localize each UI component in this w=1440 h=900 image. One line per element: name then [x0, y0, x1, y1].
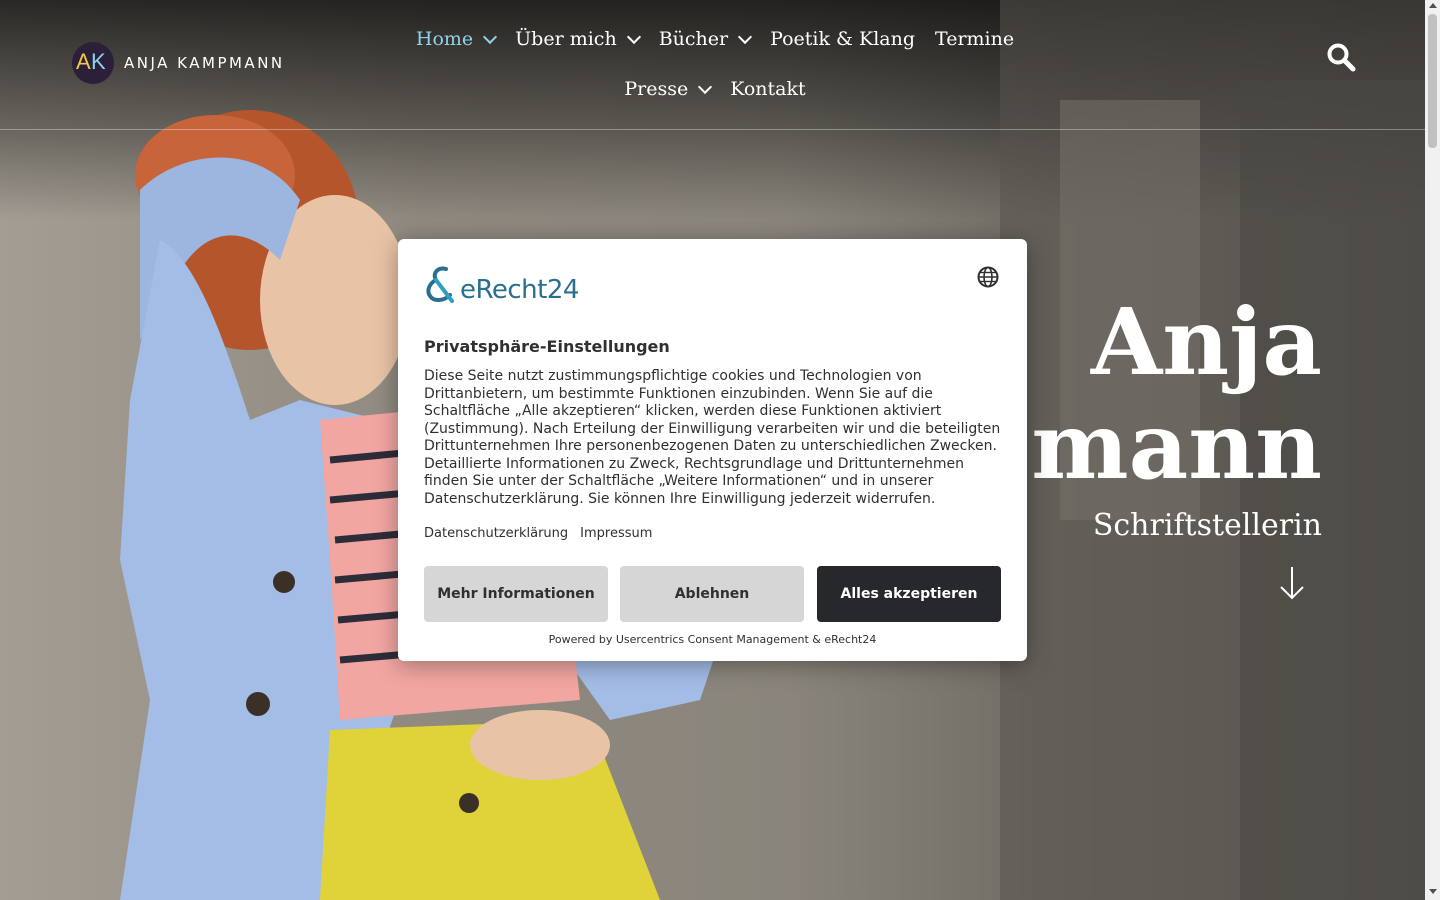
erecht24-logo-icon	[426, 266, 454, 303]
nav-item-home[interactable]: Home	[415, 28, 498, 50]
main-navigation: Home Über mich Bücher Poetik & Klang Ter…	[416, 20, 1014, 120]
scroll-down-arrow-icon[interactable]	[1429, 889, 1437, 894]
nav-row-1: Home Über mich Bücher Poetik & Klang Ter…	[416, 20, 1014, 58]
nav-item-label: Home	[415, 28, 474, 50]
scrollbar-thumb[interactable]	[1428, 14, 1437, 148]
page-scrollbar[interactable]	[1425, 0, 1440, 900]
logo-initial-a: A	[76, 49, 91, 74]
logo-initial-k: K	[91, 49, 106, 74]
nav-item-label: Termine	[935, 28, 1015, 50]
hero-title: Anja mann	[1031, 290, 1322, 498]
privacy-policy-link[interactable]: Datenschutzerklärung	[424, 526, 568, 541]
site-logo[interactable]: A K ANJA KAMPMANN	[72, 42, 285, 84]
nav-item-poetik-klang[interactable]: Poetik & Klang	[770, 28, 915, 50]
nav-item-kontakt[interactable]: Kontakt	[730, 78, 805, 100]
scroll-down-button[interactable]	[1278, 565, 1306, 601]
search-icon	[1327, 43, 1356, 72]
logo-mark: A K	[72, 42, 114, 84]
globe-icon	[977, 266, 999, 288]
nav-item-label: Poetik & Klang	[770, 28, 916, 50]
accept-all-button[interactable]: Alles akzeptieren	[817, 566, 1001, 622]
nav-item-ueber-mich[interactable]: Über mich	[515, 28, 641, 50]
nav-item-presse[interactable]: Presse	[624, 78, 713, 100]
imprint-link[interactable]: Impressum	[580, 526, 652, 541]
chevron-down-icon	[698, 79, 713, 94]
hero-subtitle: Schriftstellerin	[1092, 508, 1322, 543]
hero-title-line-1: Anja	[1090, 288, 1322, 396]
consent-description: Diese Seite nutzt zustimmungspflichtige …	[424, 368, 1001, 507]
nav-item-label: Kontakt	[730, 78, 806, 100]
arrow-down-icon	[1280, 567, 1304, 600]
chevron-down-icon	[483, 29, 498, 44]
site-header: A K ANJA KAMPMANN Home Über mich Bücher …	[0, 0, 1425, 130]
more-info-button[interactable]: Mehr Informationen	[424, 566, 608, 622]
language-button[interactable]	[977, 266, 999, 288]
logo-text: ANJA KAMPMANN	[124, 54, 285, 72]
nav-row-2: Presse Kontakt	[420, 70, 1010, 108]
search-button[interactable]	[1326, 42, 1356, 72]
nav-item-buecher[interactable]: Bücher	[658, 28, 753, 50]
chevron-down-icon	[738, 29, 753, 44]
nav-item-label: Über mich	[515, 28, 617, 50]
consent-links: Datenschutzerklärung Impressum	[424, 526, 652, 541]
powered-by-text: Powered by Usercentrics Consent Manageme…	[548, 633, 877, 646]
nav-item-label: Presse	[624, 78, 689, 100]
chevron-down-icon	[626, 29, 641, 44]
erecht24-brand-text: eRecht24	[460, 275, 579, 305]
erecht24-logo: eRecht24	[424, 265, 579, 305]
consent-dialog: eRecht24 Privatsphäre-Einstellungen Dies…	[398, 239, 1027, 661]
deny-button[interactable]: Ablehnen	[620, 566, 804, 622]
scroll-up-arrow-icon[interactable]	[1429, 3, 1437, 8]
hero-title-line-2: mann	[1031, 392, 1322, 500]
nav-item-label: Bücher	[658, 28, 729, 50]
nav-item-termine[interactable]: Termine	[935, 28, 1014, 50]
consent-title: Privatsphäre-Einstellungen	[424, 337, 670, 356]
